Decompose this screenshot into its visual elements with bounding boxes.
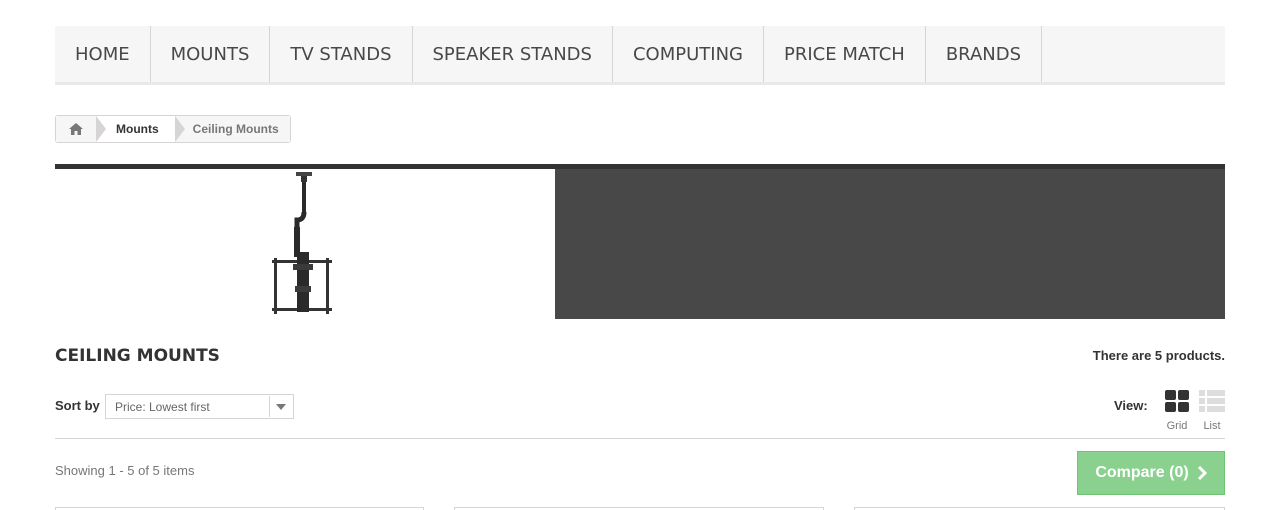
divider [55,438,1225,439]
chevron-right-icon [1197,466,1207,480]
main-nav: HOME MOUNTS TV STANDS SPEAKER STANDS COM… [55,26,1225,85]
category-title: CEILING MOUNTS [55,346,220,366]
chevron-down-icon[interactable] [269,396,292,417]
breadcrumb-mounts-link[interactable]: Mounts [96,116,185,142]
list-icon [1199,390,1225,412]
nav-mounts[interactable]: MOUNTS [151,26,271,82]
category-banner [55,164,1225,319]
compare-label: Compare (0) [1095,464,1189,481]
view-grid-label: Grid [1166,420,1188,432]
nav-home[interactable]: HOME [55,26,151,82]
nav-tv-stands[interactable]: TV STANDS [270,26,413,82]
compare-button[interactable]: Compare (0) [1077,451,1225,495]
banner-dark-panel [555,169,1225,319]
view-label: View: [1114,398,1148,413]
sort-label: Sort by [55,398,100,413]
view-grid-button[interactable]: Grid [1163,390,1191,432]
breadcrumb-home-link[interactable] [56,116,106,142]
nav-brands[interactable]: BRANDS [926,26,1043,82]
ceiling-mount-image [272,172,332,314]
nav-computing[interactable]: COMPUTING [613,26,764,82]
nav-price-match[interactable]: PRICE MATCH [764,26,926,82]
grid-icon [1165,390,1189,412]
home-icon [69,123,83,135]
breadcrumb-current: Ceiling Mounts [174,116,290,142]
showing-count: Showing 1 - 5 of 5 items [55,463,195,478]
product-count: There are 5 products. [1092,348,1225,363]
breadcrumb: Mounts Ceiling Mounts [55,115,291,143]
nav-speaker-stands[interactable]: SPEAKER STANDS [413,26,613,82]
sort-selected-value: Price: Lowest first [115,399,210,414]
view-list-label: List [1203,420,1221,432]
sort-select[interactable]: Price: Lowest first [105,394,294,419]
view-list-button[interactable]: List [1198,390,1226,432]
